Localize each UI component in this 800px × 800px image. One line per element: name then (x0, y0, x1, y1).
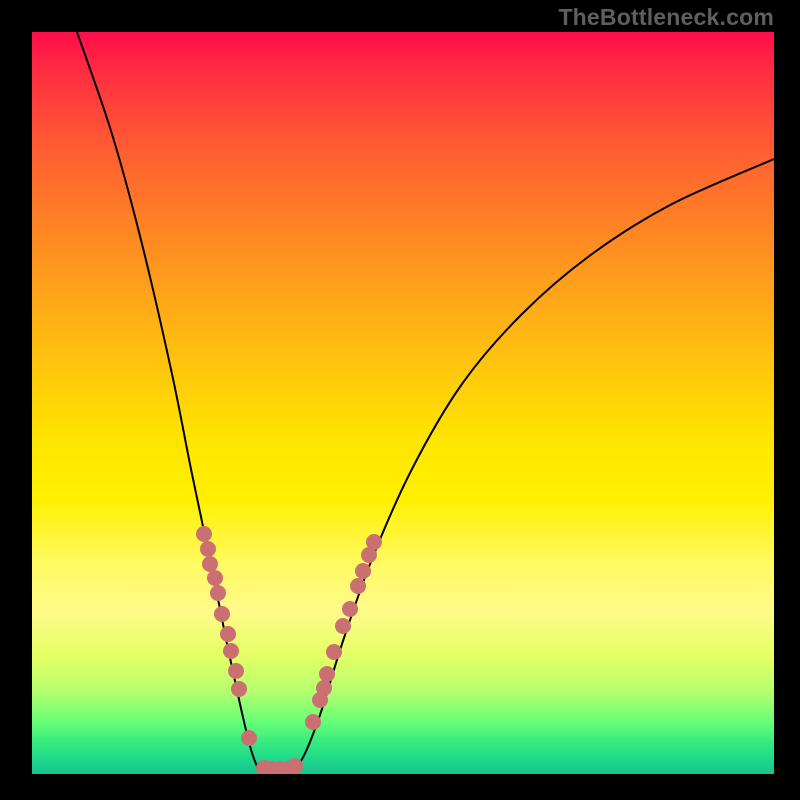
scatter-dot (326, 644, 342, 660)
scatter-dot (350, 578, 366, 594)
chart-svg (32, 32, 774, 774)
scatter-dot (355, 563, 371, 579)
scatter-dot (287, 758, 303, 774)
scatter-dot (207, 570, 223, 586)
scatter-dot (210, 585, 226, 601)
scatter-dot (196, 526, 212, 542)
v-curve-line (77, 32, 774, 774)
scatter-dot (223, 643, 239, 659)
scatter-dot (214, 606, 230, 622)
scatter-dot (228, 663, 244, 679)
scatter-dot (366, 534, 382, 550)
scatter-dot (220, 626, 236, 642)
scatter-dot (241, 730, 257, 746)
scatter-dot (342, 601, 358, 617)
scatter-dot (319, 666, 335, 682)
scatter-dot (316, 680, 332, 696)
plot-area (32, 32, 774, 774)
scatter-dot (202, 556, 218, 572)
scatter-dot (305, 714, 321, 730)
scatter-dot (335, 618, 351, 634)
scatter-dots (196, 526, 382, 774)
chart-frame: TheBottleneck.com (0, 0, 800, 800)
watermark-text: TheBottleneck.com (558, 4, 774, 31)
scatter-dot (231, 681, 247, 697)
scatter-dot (200, 541, 216, 557)
